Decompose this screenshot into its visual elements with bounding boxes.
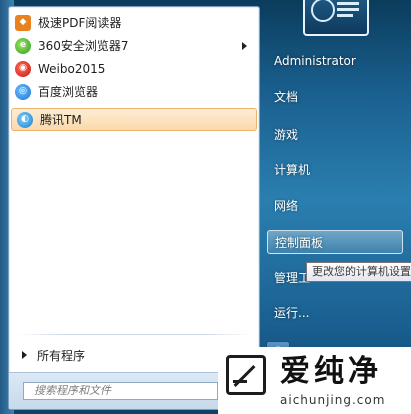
decor-bar bbox=[337, 2, 359, 5]
tooltip-text: 更改您的计算机设置 bbox=[312, 265, 411, 278]
program-item-weibo[interactable]: ◉ Weibo2015 bbox=[10, 57, 258, 80]
360-browser-icon: e bbox=[15, 37, 31, 54]
right-item-games[interactable]: 游戏 bbox=[267, 122, 403, 146]
program-item-label: 360安全浏览器7 bbox=[38, 39, 129, 53]
program-item-label: 腾讯TM bbox=[40, 113, 82, 127]
baidu-browser-icon: ◎ bbox=[15, 83, 31, 100]
user-picture-tile[interactable] bbox=[303, 0, 369, 36]
right-item-computer[interactable]: 计算机 bbox=[267, 157, 403, 181]
weibo-icon: ◉ bbox=[15, 60, 31, 77]
program-item-baidu-browser[interactable]: ◎ 百度浏览器 bbox=[10, 80, 258, 103]
watermark-url: aichunjing.com bbox=[280, 393, 386, 407]
right-item-documents[interactable]: 文档 bbox=[267, 84, 403, 108]
tencent-tm-icon: ◐ bbox=[17, 111, 33, 128]
tooltip: 更改您的计算机设置 bbox=[306, 262, 411, 282]
program-item-pdf-reader[interactable]: ◆ 极速PDF阅读器 bbox=[10, 11, 258, 34]
right-item-label: 控制面板 bbox=[275, 235, 324, 250]
search-input[interactable]: 搜索程序和文件 bbox=[23, 382, 218, 400]
watermark: 爱纯净 aichunjing.com bbox=[218, 347, 411, 414]
search-placeholder: 搜索程序和文件 bbox=[34, 384, 111, 397]
right-item-label: 计算机 bbox=[274, 162, 311, 177]
start-menu: ◆ 极速PDF阅读器 e 360安全浏览器7 ◉ Weibo2015 ◎ 百度浏… bbox=[0, 0, 411, 414]
right-item-label: 文档 bbox=[274, 89, 299, 104]
program-item-tencent-tm[interactable]: ◐ 腾讯TM bbox=[11, 108, 257, 131]
right-item-administrator[interactable]: Administrator bbox=[267, 49, 403, 73]
right-item-label: 游戏 bbox=[274, 127, 299, 142]
decor-bar bbox=[337, 8, 359, 11]
right-item-control-panel[interactable]: 控制面板 bbox=[267, 230, 403, 254]
program-item-360-browser[interactable]: e 360安全浏览器7 bbox=[10, 34, 258, 57]
right-item-run[interactable]: 运行... bbox=[267, 300, 403, 324]
menu-separator bbox=[17, 334, 251, 335]
watermark-name: 爱纯净 bbox=[280, 354, 382, 389]
all-programs-button[interactable]: 所有程序 bbox=[18, 344, 252, 366]
right-item-label: Administrator bbox=[274, 54, 356, 68]
right-item-label: 运行... bbox=[274, 305, 310, 320]
program-item-label: 百度浏览器 bbox=[38, 85, 99, 99]
right-item-label: 管理工 bbox=[274, 270, 311, 285]
right-item-label: 网络 bbox=[274, 198, 299, 213]
watermark-logo-icon bbox=[226, 355, 266, 395]
program-item-label: Weibo2015 bbox=[38, 61, 106, 76]
pdf-reader-icon: ◆ bbox=[15, 14, 31, 31]
program-item-label: 极速PDF阅读器 bbox=[38, 16, 122, 30]
all-programs-label: 所有程序 bbox=[37, 348, 86, 363]
triangle-right-icon bbox=[22, 351, 27, 359]
right-item-network[interactable]: 网络 bbox=[267, 193, 403, 217]
user-avatar-icon bbox=[311, 0, 335, 22]
submenu-arrow-icon[interactable] bbox=[242, 42, 247, 50]
decor-bar bbox=[337, 14, 353, 17]
